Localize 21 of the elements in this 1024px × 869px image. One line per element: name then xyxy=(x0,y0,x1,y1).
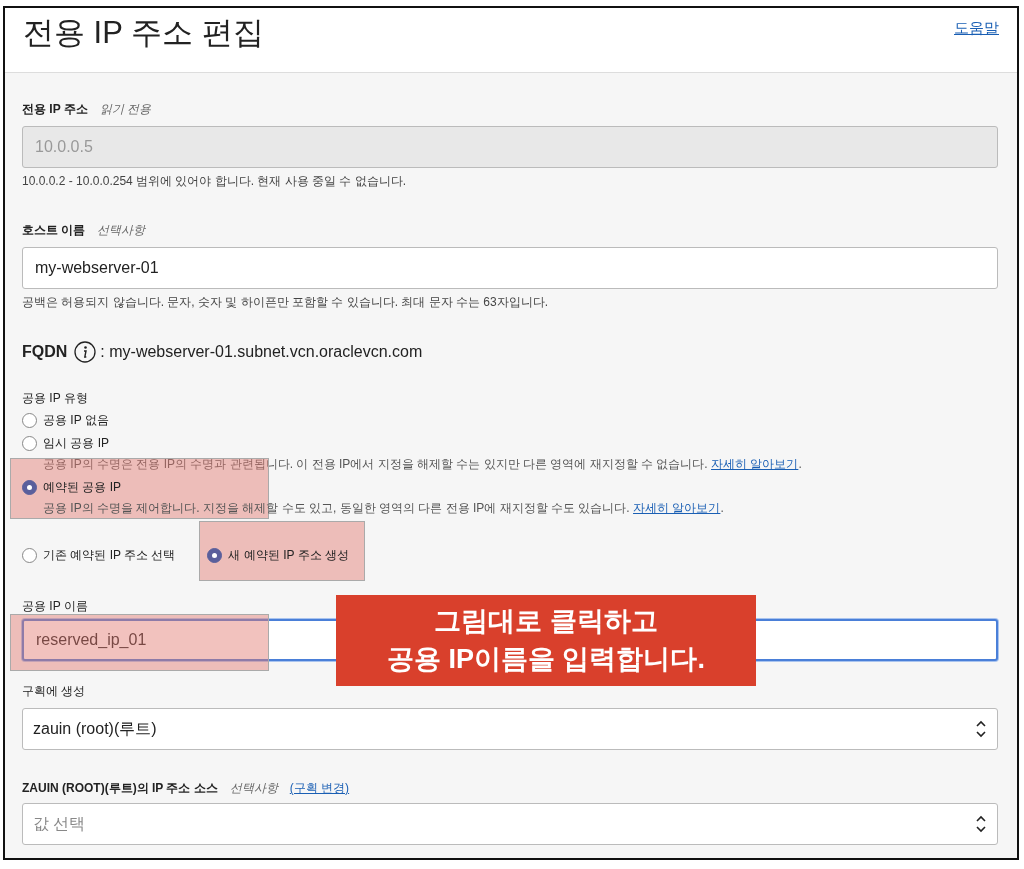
field-label: 공용 IP 유형 xyxy=(22,390,88,407)
help-text: 공백은 허용되지 않습니다. 문자, 숫자 및 하이픈만 포함할 수 있습니다. 최대 문자 수는 63자입니다. xyxy=(22,294,550,311)
field-hint: 읽기 전용 xyxy=(99,101,152,118)
option-label: 임시 공용 IP xyxy=(43,435,109,452)
field-label: ZAUIN (ROOT)(루트)의 IP 주소 소스 xyxy=(22,780,218,797)
annotation-tooltip: 그림대로 클릭하고 공용 IP이름을 입력합니다. xyxy=(336,595,756,686)
field-hint: 선택사항 xyxy=(229,780,278,797)
option-label: 공용 IP 없음 xyxy=(43,412,109,429)
field-label: 전용 IP 주소 xyxy=(22,101,88,118)
option-label: 새 예약된 IP 주소 생성 xyxy=(228,547,349,564)
field-label: 호스트 이름 xyxy=(22,222,86,239)
fqdn-value: : my-webserver-01.subnet.vcn.oraclevcn.com xyxy=(100,343,423,361)
option-label: 기존 예약된 IP 주소 선택 xyxy=(43,547,176,564)
field-hint: 선택사항 xyxy=(97,222,146,239)
page-title: 전용 IP 주소 편집 xyxy=(23,14,264,52)
option-label: 예약된 공용 IP xyxy=(43,479,121,496)
help-text: 10.0.0.2 - 10.0.0.254 범위에 있어야 합니다. 현재 사용 중일 수 없습니다. xyxy=(22,173,408,190)
field-label: 공용 IP 이름 xyxy=(22,598,88,615)
field-label: 구획에 생성 xyxy=(22,683,86,700)
option-description: 공용 IP의 수명을 제어합니다. 지정을 해제할 수도 있고, 동일한 영역의 다른 전용 IP에 재지정할 수도 있습니다. 자세히 알아보기. xyxy=(43,500,725,517)
fqdn-label: FQDN xyxy=(22,343,68,361)
